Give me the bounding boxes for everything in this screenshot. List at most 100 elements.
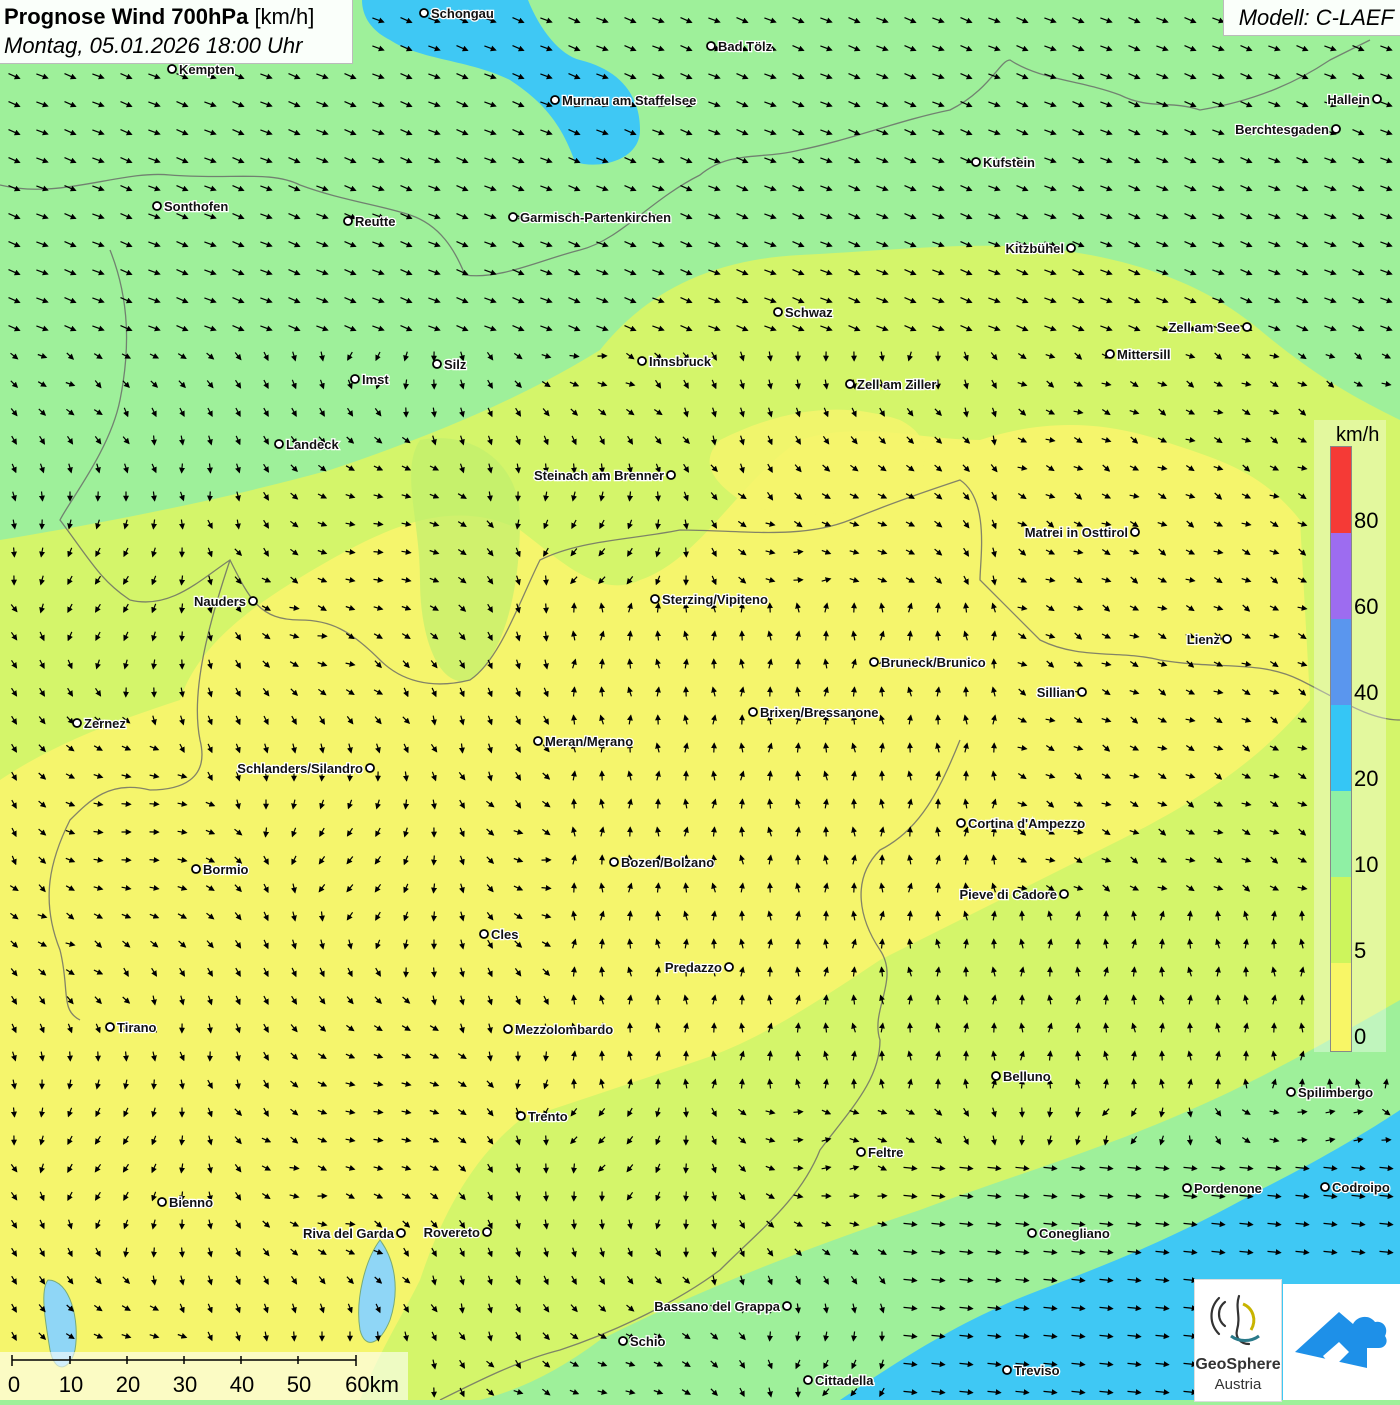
city-dot xyxy=(667,471,675,479)
model-box: Modell: C-LAEF xyxy=(1223,0,1400,36)
wind-arrow xyxy=(434,856,435,865)
city-dot xyxy=(1332,125,1340,133)
city-label: Cles xyxy=(491,927,518,942)
city-marker: Schongau xyxy=(420,6,494,21)
wind-arrow xyxy=(346,1224,355,1225)
title-text: Prognose Wind 700hPa xyxy=(4,4,248,29)
city-dot xyxy=(1131,528,1139,536)
wind-arrow xyxy=(794,1112,803,1113)
city-dot xyxy=(351,375,359,383)
city-label: Imst xyxy=(362,372,389,387)
city-label: Pordenone xyxy=(1194,1181,1262,1196)
legend-band xyxy=(1331,619,1351,705)
scale-label: 0 xyxy=(8,1372,20,1398)
city-label: Schio xyxy=(630,1334,665,1349)
city-dot xyxy=(397,1229,405,1237)
wind-arrow xyxy=(150,804,159,805)
legend-label-20: 20 xyxy=(1354,768,1378,790)
city-label: Zell am Ziller xyxy=(857,377,936,392)
city-label: Sillian xyxy=(1037,685,1075,700)
city-marker: Schlanders/Silandro xyxy=(237,761,374,776)
weather-app-logo[interactable] xyxy=(1283,1284,1400,1400)
city-label: Bienno xyxy=(169,1195,213,1210)
city-dot xyxy=(504,1025,512,1033)
wind-arrow xyxy=(1298,1112,1307,1113)
city-label: Sonthofen xyxy=(164,199,228,214)
wind-arrow xyxy=(658,492,659,501)
city-dot xyxy=(480,930,488,938)
city-marker: Berchtesgaden xyxy=(1235,122,1340,137)
city-dot xyxy=(783,1302,791,1310)
city-label: Bassano del Grappa xyxy=(654,1299,780,1314)
city-dot xyxy=(1373,95,1381,103)
geosphere-sub: Austria xyxy=(1195,1376,1281,1393)
legend-band xyxy=(1331,447,1351,533)
city-dot xyxy=(551,96,559,104)
wind-arrow xyxy=(574,1220,575,1229)
city-dot xyxy=(1106,350,1114,358)
city-label: Zernez xyxy=(84,716,126,731)
wind-arrow xyxy=(770,1332,771,1341)
city-dot xyxy=(1028,1229,1036,1237)
legend-band xyxy=(1331,877,1351,963)
city-marker: Codroipo xyxy=(1321,1180,1390,1195)
city-dot xyxy=(619,1337,627,1345)
wind-arrow xyxy=(546,604,547,613)
city-label: Brixen/Bressanone xyxy=(760,705,879,720)
city-dot xyxy=(509,213,517,221)
city-marker: Innsbruck xyxy=(638,354,712,369)
city-label: Bad Tölz xyxy=(718,39,773,54)
city-marker: Zell am Ziller xyxy=(846,377,936,392)
wind-arrow xyxy=(182,464,183,473)
city-dot xyxy=(638,357,646,365)
city-dot xyxy=(275,440,283,448)
city-label: Steinach am Brenner xyxy=(534,468,664,483)
wind-arrow xyxy=(850,1196,859,1197)
city-marker: Meran/Merano xyxy=(534,734,633,749)
legend-band xyxy=(1331,963,1351,1051)
city-label: Mezzolombardo xyxy=(515,1022,613,1037)
city-dot xyxy=(725,963,733,971)
city-dot xyxy=(366,764,374,772)
legend-label-10: 10 xyxy=(1354,854,1378,876)
city-dot xyxy=(707,42,715,50)
title-box: Prognose Wind 700hPa [km/h] Montag, 05.0… xyxy=(0,0,353,64)
city-label: Matrei in Osttirol xyxy=(1025,525,1128,540)
city-dot xyxy=(1223,635,1231,643)
city-label: Riva del Garda xyxy=(303,1226,395,1241)
wind-arrow xyxy=(686,1164,687,1173)
city-label: Schlanders/Silandro xyxy=(237,761,363,776)
scale-label: 10 xyxy=(59,1372,83,1398)
city-label: Landeck xyxy=(286,437,340,452)
city-dot xyxy=(106,1023,114,1031)
wind-arrow xyxy=(434,968,435,977)
city-label: Lienz xyxy=(1187,632,1221,647)
wind-arrow xyxy=(210,492,211,501)
wind-arrow xyxy=(154,1248,155,1257)
city-label: Meran/Merano xyxy=(545,734,633,749)
wind-arrow xyxy=(542,888,551,889)
city-dot xyxy=(1067,244,1075,252)
wind-arrow xyxy=(182,1248,183,1257)
city-dot xyxy=(420,9,428,17)
city-dot xyxy=(749,708,757,716)
city-dot xyxy=(517,1112,525,1120)
city-label: Treviso xyxy=(1014,1363,1060,1378)
city-dot xyxy=(1183,1184,1191,1192)
city-marker: Mezzolombardo xyxy=(504,1022,613,1037)
city-marker: Conegliano xyxy=(1028,1226,1110,1241)
legend-band xyxy=(1331,705,1351,791)
wind-forecast-map[interactable]: SchongauBad TölzKemptenMurnau am Staffel… xyxy=(0,0,1400,1400)
legend-band xyxy=(1331,791,1351,877)
legend-label-80: 80 xyxy=(1354,510,1378,532)
geosphere-logo[interactable]: GeoSphere Austria xyxy=(1194,1279,1282,1402)
city-label: Garmisch-Partenkirchen xyxy=(520,210,671,225)
city-dot xyxy=(651,595,659,603)
city-label: Schongau xyxy=(431,6,494,21)
city-dot xyxy=(158,1198,166,1206)
city-dot xyxy=(1003,1366,1011,1374)
wind-arrow xyxy=(154,436,155,445)
city-label: Nauders xyxy=(194,594,246,609)
wind-arrow xyxy=(122,804,131,805)
city-label: Silz xyxy=(444,357,467,372)
